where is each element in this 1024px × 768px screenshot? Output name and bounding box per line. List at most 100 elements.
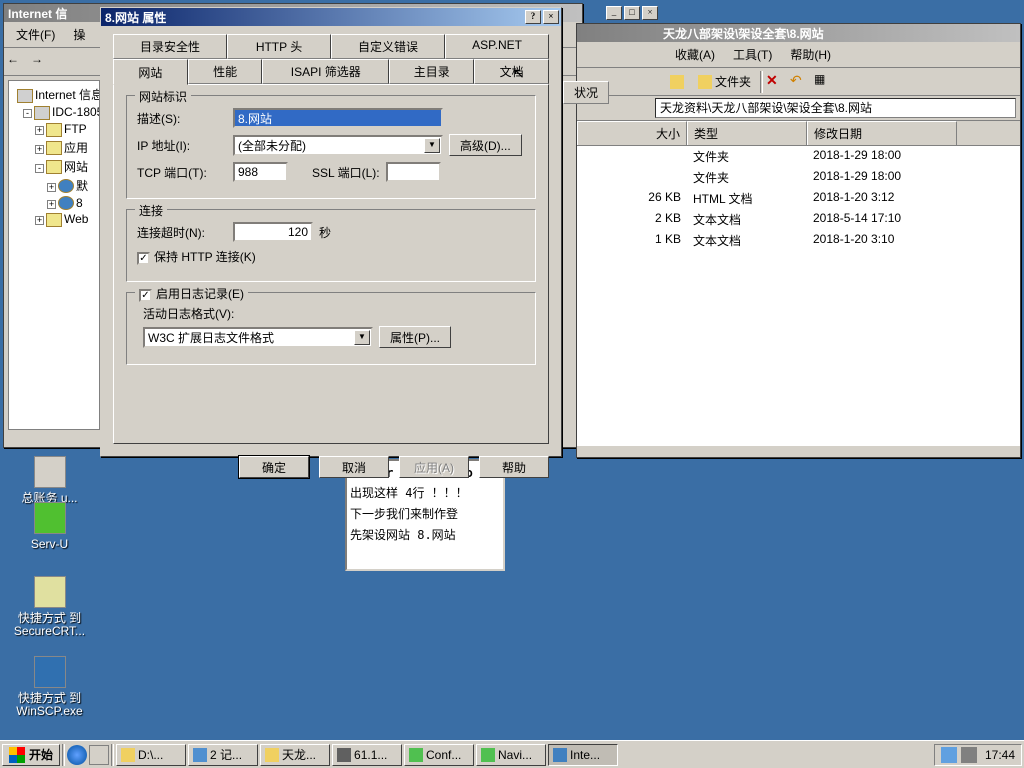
log-format-combo[interactable]: W3C 扩展日志文件格式 ▼: [143, 327, 373, 348]
desktop-icon[interactable]: 快捷方式 到 SecureCRT...: [12, 576, 87, 638]
col-status[interactable]: 状况: [563, 81, 609, 104]
ssl-port-input[interactable]: [386, 162, 441, 182]
tab-documents[interactable]: 文档: [474, 59, 549, 84]
col-size[interactable]: 大小: [577, 121, 687, 145]
expand-icon[interactable]: +: [35, 126, 44, 135]
collapse-icon[interactable]: -: [35, 164, 44, 173]
toolbar-button[interactable]: →: [30, 51, 52, 73]
menu-tools[interactable]: 工具(T): [725, 44, 780, 65]
tcp-port-input[interactable]: [233, 162, 288, 182]
chevron-down-icon[interactable]: ▼: [424, 138, 440, 153]
taskbar-item[interactable]: Navi...: [476, 744, 546, 766]
desktop-icon[interactable]: Serv-U: [12, 502, 87, 551]
folder-icon: [46, 141, 62, 155]
group-connections: 连接 连接超时(N): 秒 ✓保持 HTTP 连接(K): [126, 209, 536, 282]
search-icon: [670, 75, 684, 89]
list-row[interactable]: 文件夹2018-1-29 18:00: [577, 146, 1020, 167]
tab-custom-errors[interactable]: 自定义错误: [331, 34, 445, 59]
menu-file[interactable]: 文件(F): [8, 24, 63, 45]
undo-button[interactable]: ↶: [789, 71, 811, 93]
folders-button[interactable]: 文件夹: [691, 71, 758, 93]
tree-node[interactable]: +FTP: [13, 121, 95, 138]
col-type[interactable]: 类型: [687, 121, 807, 145]
help-button[interactable]: 帮助: [479, 456, 549, 478]
close-button[interactable]: ×: [543, 10, 559, 24]
logging-checkbox[interactable]: ✓启用日志记录(E): [139, 287, 244, 301]
advanced-button[interactable]: 高级(D)...: [449, 134, 522, 156]
unit-seconds: 秒: [319, 224, 331, 241]
chevron-down-icon[interactable]: ▼: [354, 330, 370, 345]
list-row[interactable]: 文件夹2018-1-29 18:00: [577, 167, 1020, 188]
menu-favorites[interactable]: 收藏(A): [667, 44, 723, 65]
taskbar-item[interactable]: 天龙...: [260, 744, 330, 766]
tab-performance[interactable]: 性能: [188, 59, 263, 84]
search-button[interactable]: [665, 71, 689, 93]
expand-icon[interactable]: +: [35, 145, 44, 154]
views-button[interactable]: ▦: [813, 71, 835, 93]
tab-http-headers[interactable]: HTTP 头: [227, 34, 331, 59]
cancel-button[interactable]: 取消: [319, 456, 389, 478]
tree-view[interactable]: Internet 信息服务 -IDC-1805 +FTP +应用 -网站 +默 …: [8, 80, 100, 430]
col-date[interactable]: 修改日期: [807, 121, 957, 145]
toolbar-button[interactable]: ←: [6, 51, 28, 73]
address-input[interactable]: 天龙资料\天龙八部架设\架设全套\8.网站: [655, 98, 1016, 118]
desktop-icon[interactable]: 快捷方式 到 WinSCP.exe: [12, 656, 87, 718]
menu-help[interactable]: 帮助(H): [782, 44, 839, 65]
help-button[interactable]: ?: [525, 10, 541, 24]
tree-node[interactable]: +默: [13, 176, 95, 195]
tree-node[interactable]: Internet 信息服务: [13, 85, 95, 104]
list-row[interactable]: 26 KBHTML 文档2018-1-20 3:12: [577, 188, 1020, 209]
log-properties-button[interactable]: 属性(P)...: [379, 326, 451, 348]
file-list[interactable]: 文件夹2018-1-29 18:00 文件夹2018-1-29 18:00 26…: [577, 146, 1020, 446]
keepalive-checkbox[interactable]: ✓保持 HTTP 连接(K): [137, 248, 256, 265]
expand-icon[interactable]: +: [47, 183, 56, 192]
clock[interactable]: 17:44: [981, 748, 1015, 762]
tab-aspnet[interactable]: ASP.NET: [445, 34, 549, 59]
desktop-icon[interactable]: 总账务 u...: [12, 456, 87, 505]
ip-combo[interactable]: (全部未分配) ▼: [233, 135, 443, 156]
app-icon: [34, 576, 66, 608]
maximize-button[interactable]: □: [624, 6, 640, 20]
tab-panel: 网站标识 描述(S): IP 地址(I): (全部未分配) ▼ 高级(D)...…: [113, 84, 549, 444]
expand-icon[interactable]: +: [35, 216, 44, 225]
expand-icon[interactable]: +: [47, 200, 56, 209]
list-row[interactable]: 1 KB文本文档2018-1-20 3:10: [577, 230, 1020, 251]
computer-icon: [17, 89, 33, 103]
tray-icon[interactable]: [941, 747, 957, 763]
dialog-buttons: 确定 取消 应用(A) 帮助: [101, 448, 561, 486]
taskbar-item[interactable]: Conf...: [404, 744, 474, 766]
tab-isapi[interactable]: ISAPI 筛选器: [262, 59, 389, 84]
tab-row-1: 目录安全性 HTTP 头 自定义错误 ASP.NET: [113, 34, 549, 59]
ok-button[interactable]: 确定: [239, 456, 309, 478]
apply-button[interactable]: 应用(A): [399, 456, 469, 478]
tree-node[interactable]: -网站: [13, 157, 95, 176]
taskbar-item[interactable]: 2 记...: [188, 744, 258, 766]
list-row[interactable]: 2 KB文本文档2018-5-14 17:10: [577, 209, 1020, 230]
delete-button[interactable]: ✕: [765, 71, 787, 93]
taskbar-item[interactable]: 61.1...: [332, 744, 402, 766]
tab-website[interactable]: 网站: [113, 59, 188, 85]
tree-node[interactable]: +Web: [13, 211, 95, 228]
minimize-button[interactable]: _: [606, 6, 622, 20]
menu-item[interactable]: 操: [65, 24, 93, 45]
titlebar[interactable]: 天龙八部架设\架设全套\8.网站: [577, 24, 1020, 42]
tray-icon[interactable]: [961, 747, 977, 763]
collapse-icon[interactable]: -: [23, 109, 32, 118]
tree-node[interactable]: +8: [13, 195, 95, 212]
taskbar-item[interactable]: D:\...: [116, 744, 186, 766]
start-button[interactable]: 开始: [2, 744, 60, 766]
tab-row-2: 网站 性能 ISAPI 筛选器 主目录 文档: [113, 59, 549, 84]
quicklaunch-ie[interactable]: [67, 745, 87, 765]
quicklaunch-desktop[interactable]: [89, 745, 109, 765]
timeout-input[interactable]: [233, 222, 313, 242]
close-button[interactable]: ×: [642, 6, 658, 20]
tab-home-dir[interactable]: 主目录: [389, 59, 474, 84]
site-icon: [58, 179, 74, 193]
description-input[interactable]: [233, 108, 443, 128]
tab-dir-security[interactable]: 目录安全性: [113, 34, 227, 59]
taskbar-item-active[interactable]: Inte...: [548, 744, 618, 766]
titlebar[interactable]: 8.网站 属性 ? ×: [101, 8, 561, 26]
tree-node[interactable]: +应用: [13, 138, 95, 157]
folder-icon: [46, 213, 62, 227]
tree-node[interactable]: -IDC-1805: [13, 104, 95, 121]
